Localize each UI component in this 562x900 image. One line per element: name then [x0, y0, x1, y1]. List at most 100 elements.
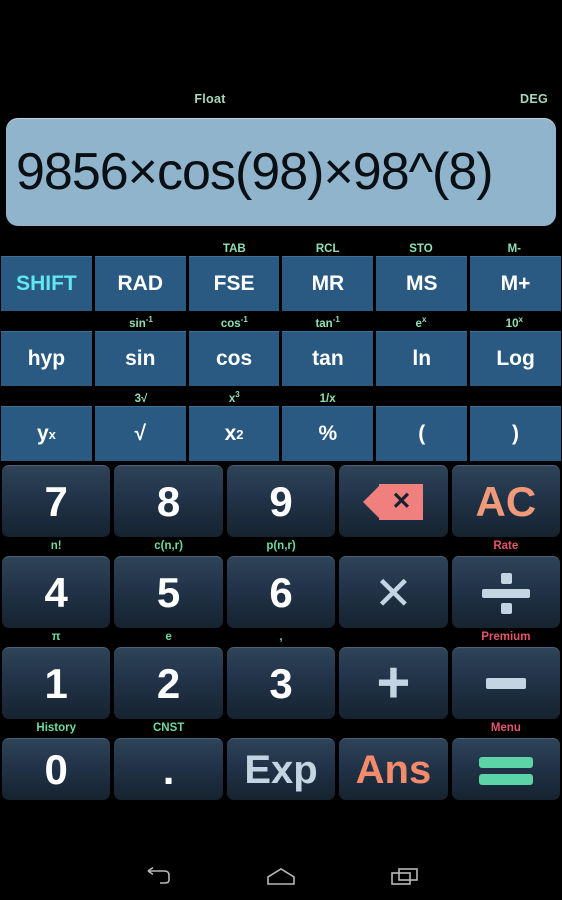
angle-mode-label: DEG: [520, 92, 548, 106]
key-one[interactable]: 1: [2, 647, 111, 719]
function-key-row: SHIFT RAD FSE MR MS M+: [0, 256, 562, 311]
function-key-label: y: [36, 422, 49, 445]
key-label: 6: [269, 568, 293, 616]
equals-icon: [478, 755, 533, 785]
key-label: 7: [44, 477, 68, 525]
function-key-label: (: [418, 422, 426, 445]
secondary-label: ex: [415, 314, 427, 330]
keypad-secondary-label: π: [51, 630, 61, 643]
secondary-label: x3: [228, 389, 240, 405]
secondary-label-superscript: 3: [235, 389, 240, 399]
keypad-secondary-label: Menu: [490, 721, 521, 734]
function-key-m[interactable]: M+: [470, 256, 561, 311]
expression-display[interactable]: 9856×cos(98)×98^(8): [6, 118, 556, 226]
secondary-label: STO: [409, 242, 433, 255]
multiply-icon: ✕: [374, 566, 413, 619]
key-four[interactable]: 4: [2, 556, 111, 628]
function-key-[interactable]: %: [282, 406, 374, 461]
keypad-row: 0. Exp Ans: [2, 738, 561, 800]
function-key-hyp[interactable]: hyp: [1, 331, 92, 386]
function-key-[interactable]: √: [94, 406, 186, 461]
keypad-secondary-label: e: [165, 630, 172, 643]
secondary-label: 3√: [134, 392, 148, 405]
key-label: 0: [44, 745, 68, 793]
function-key-block: TAB RCL STO M- SHIFT RAD FSE MR MS M+ sin-1 cos-1 ta…: [0, 230, 562, 461]
key-label: 9: [269, 477, 293, 525]
key-label: Exp: [244, 747, 318, 792]
function-key-sin[interactable]: sin: [94, 331, 186, 386]
function-key-label: x: [224, 422, 237, 445]
key-eight[interactable]: 8: [114, 465, 223, 537]
key-zero[interactable]: 0: [2, 738, 111, 800]
minus-icon: [485, 678, 526, 689]
keypad-secondary-label: p(n,r): [266, 539, 296, 552]
key-equals[interactable]: [451, 738, 561, 800]
numeric-keypad: 7 8 9 ✕ AC n! c(n,r) p(n,r) Rate 4 5 6 ✕ π e, Premium 1 2…: [0, 461, 562, 854]
keypad-row: 7 8 9 ✕ AC: [2, 465, 561, 537]
function-key-row: hyp sin cos tan ln Log: [0, 331, 562, 386]
function-key-mr[interactable]: MR: [282, 256, 374, 311]
key-label: Ans: [355, 747, 432, 792]
keypad-secondary-label: Premium: [481, 630, 531, 643]
function-key-label: %: [318, 422, 338, 445]
keypad-secondary-label-row: n! c(n,r) p(n,r) Rate: [2, 537, 560, 556]
function-key-superscript: x: [48, 426, 56, 442]
key-label: AC: [475, 477, 537, 525]
secondary-label: M-: [507, 242, 522, 255]
key-answer[interactable]: Ans: [339, 738, 448, 800]
key-label: 1: [44, 659, 68, 707]
key-six[interactable]: 6: [226, 556, 336, 628]
keypad-secondary-label-row: History CNST Menu: [2, 719, 560, 738]
back-icon[interactable]: [138, 864, 176, 890]
secondary-label-superscript: -1: [332, 314, 340, 324]
secondary-label: 10x: [505, 314, 523, 330]
key-two[interactable]: 2: [114, 647, 223, 719]
function-key-fse[interactable]: FSE: [188, 256, 280, 311]
function-key-shift[interactable]: SHIFT: [1, 256, 92, 311]
key-plus[interactable]: +: [339, 647, 448, 719]
keypad-secondary-label: c(n,r): [154, 539, 183, 552]
home-icon[interactable]: [262, 864, 300, 890]
key-divide[interactable]: [451, 556, 561, 628]
key-three[interactable]: 3: [226, 647, 336, 719]
keypad-row: 1 2 3 +: [2, 647, 561, 719]
secondary-label: tan-1: [315, 314, 340, 330]
key-nine[interactable]: 9: [226, 465, 336, 537]
key-five[interactable]: 5: [114, 556, 223, 628]
function-key-log[interactable]: Log: [470, 331, 561, 386]
function-key-y[interactable]: yx: [1, 406, 92, 461]
secondary-label-superscript: x: [518, 314, 523, 324]
function-key-cos[interactable]: cos: [188, 331, 280, 386]
secondary-label: cos-1: [220, 314, 248, 330]
secondary-label-row: sin-1 cos-1 tan-1 ex 10x: [0, 311, 562, 331]
display-area: 9856×cos(98)×98^(8): [0, 118, 562, 230]
secondary-label-row: 3√ x3 1/x: [0, 386, 562, 406]
function-key-ln[interactable]: ln: [376, 331, 468, 386]
function-key-x[interactable]: x2: [188, 406, 280, 461]
key-minus[interactable]: [451, 647, 561, 719]
recents-icon[interactable]: [386, 864, 424, 890]
key-all-clear[interactable]: AC: [451, 465, 561, 537]
android-navigation-bar: [0, 854, 562, 900]
key-multiply[interactable]: ✕: [339, 556, 448, 628]
function-key-[interactable]: (: [376, 406, 468, 461]
key-decimal-point[interactable]: .: [114, 738, 223, 800]
key-label: 3: [269, 659, 293, 707]
secondary-label: sin-1: [129, 314, 153, 330]
function-key-ms[interactable]: MS: [376, 256, 468, 311]
key-backspace[interactable]: ✕: [339, 465, 448, 537]
secondary-label: RCL: [315, 242, 340, 255]
function-key-row: y x √ x 2%(): [0, 406, 562, 461]
key-seven[interactable]: 7: [2, 465, 111, 537]
notation-mode-label: Float: [194, 92, 226, 106]
function-key-tan[interactable]: tan: [282, 331, 374, 386]
function-key-rad[interactable]: RAD: [94, 256, 186, 311]
plus-icon: +: [376, 650, 411, 716]
key-label: 4: [44, 568, 68, 616]
status-row: Float DEG: [0, 0, 562, 118]
backspace-icon: ✕: [363, 483, 424, 520]
function-key-[interactable]: ): [470, 406, 561, 461]
key-exponent[interactable]: Exp: [226, 738, 336, 800]
keypad-secondary-label: History: [36, 721, 77, 734]
function-key-superscript: 2: [236, 426, 244, 442]
